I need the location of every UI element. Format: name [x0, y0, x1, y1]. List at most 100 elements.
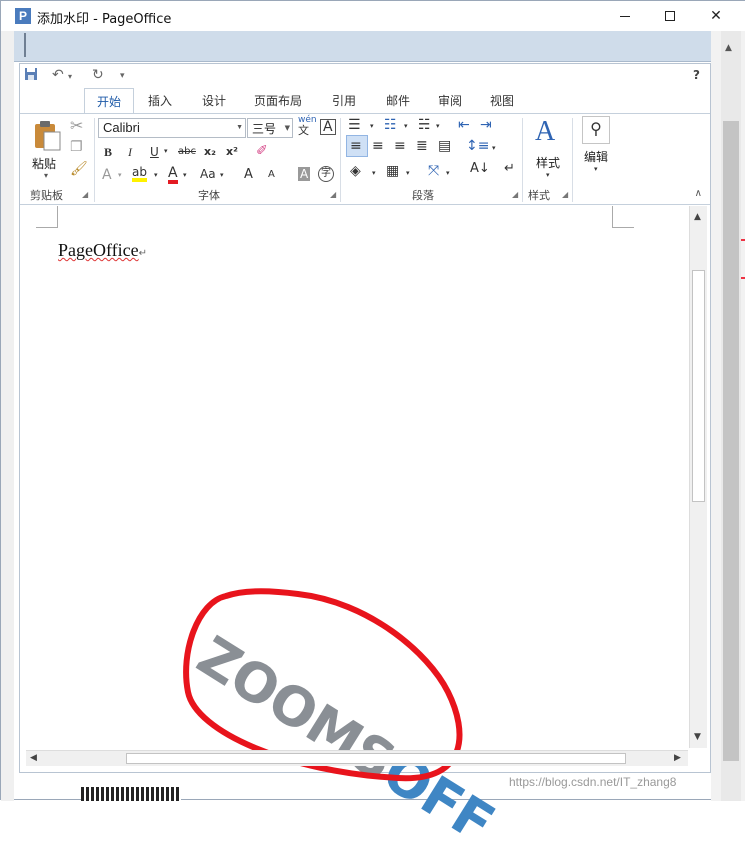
- chinese-layout-dropdown-icon[interactable]: ▾: [446, 170, 450, 177]
- chinese-layout-icon[interactable]: ⤧: [428, 164, 439, 178]
- change-case-dropdown-icon[interactable]: ▾: [220, 172, 224, 179]
- pageoffice-window: P 添加水印 - PageOffice ✕ ▲ ↶ ▾ ↻ ▾ ? 开始 插入 …: [0, 0, 745, 855]
- find-binoculars-icon[interactable]: ⚲: [582, 116, 610, 144]
- styles-icon[interactable]: A: [535, 118, 555, 146]
- clipboard-dialog-launcher-icon[interactable]: ◢: [82, 190, 88, 199]
- outer-vertical-scrollbar[interactable]: ▲: [721, 31, 741, 801]
- highlight-color-icon[interactable]: ab: [132, 166, 147, 182]
- maximize-button[interactable]: [647, 1, 693, 31]
- vertical-scroll-thumb[interactable]: [692, 270, 705, 502]
- align-right-icon[interactable]: ≡: [394, 139, 406, 153]
- scroll-left-arrow-icon[interactable]: ◀: [30, 753, 37, 763]
- phonetic-guide-icon[interactable]: wén 文: [298, 116, 317, 137]
- font-color-icon[interactable]: A: [168, 166, 178, 184]
- scroll-down-arrow-icon[interactable]: ▼: [694, 732, 701, 742]
- undo-icon[interactable]: ↶: [52, 67, 64, 83]
- editing-button-label[interactable]: 编辑: [584, 148, 608, 165]
- undo-dropdown-icon[interactable]: ▾: [68, 72, 72, 81]
- tab-references[interactable]: 引用: [320, 88, 368, 114]
- tab-design[interactable]: 设计: [190, 88, 238, 114]
- change-case-icon[interactable]: Aa: [200, 168, 216, 180]
- close-button[interactable]: ✕: [693, 1, 739, 31]
- redo-icon[interactable]: ↻: [92, 67, 104, 83]
- minimize-button[interactable]: [602, 1, 648, 31]
- justify-icon[interactable]: ≣: [416, 139, 428, 153]
- font-dialog-launcher-icon[interactable]: ◢: [330, 190, 336, 199]
- document-page[interactable]: PageOffice↵ ZOOMSOFF: [20, 206, 710, 855]
- sort-icon[interactable]: A↓: [470, 162, 490, 175]
- window-title: 添加水印 - PageOffice: [37, 12, 172, 27]
- tab-insert[interactable]: 插入: [136, 88, 184, 114]
- line-spacing-icon[interactable]: ↕≡: [466, 139, 489, 153]
- align-center-icon[interactable]: ≡: [372, 139, 384, 153]
- scroll-up-arrow-icon[interactable]: ▲: [694, 212, 701, 222]
- font-size-combo[interactable]: 三号 ▼: [247, 118, 293, 138]
- subscript-button[interactable]: x₂: [204, 146, 216, 157]
- paste-dropdown-icon[interactable]: ▾: [44, 172, 48, 180]
- character-shading-icon[interactable]: A: [298, 167, 311, 181]
- bullets-icon[interactable]: ☰: [348, 118, 361, 132]
- font-color-dropdown-icon[interactable]: ▾: [183, 172, 187, 179]
- font-name-combo[interactable]: Calibri ▼: [98, 118, 246, 138]
- styles-dropdown-icon[interactable]: ▾: [546, 172, 550, 179]
- borders-dropdown-icon[interactable]: ▾: [406, 170, 410, 177]
- line-spacing-dropdown-icon[interactable]: ▾: [492, 145, 496, 152]
- underline-dropdown-icon[interactable]: ▾: [164, 148, 168, 155]
- align-left-icon[interactable]: ≡: [350, 139, 362, 153]
- document-horizontal-scrollbar[interactable]: ◀ ▶: [26, 750, 688, 766]
- borders-icon[interactable]: ▦: [386, 164, 399, 178]
- strikethrough-button[interactable]: abc: [178, 147, 196, 157]
- show-formatting-marks-icon[interactable]: ↵: [504, 162, 515, 175]
- paragraph-dialog-launcher-icon[interactable]: ◢: [512, 190, 518, 199]
- collapse-ribbon-icon[interactable]: ∧: [695, 188, 702, 199]
- page-corner-mark: [36, 206, 58, 228]
- help-button[interactable]: ?: [693, 68, 700, 82]
- bold-button[interactable]: B: [104, 146, 112, 158]
- outer-scroll-thumb[interactable]: [723, 121, 739, 761]
- styles-button-label[interactable]: 样式: [536, 154, 560, 171]
- cut-icon[interactable]: ✂: [70, 118, 83, 134]
- clear-formatting-icon[interactable]: ✐: [256, 144, 268, 158]
- editing-dropdown-icon[interactable]: ▾: [594, 166, 598, 173]
- multilevel-dropdown-icon[interactable]: ▾: [436, 123, 440, 130]
- increase-indent-icon[interactable]: ⇥: [480, 118, 492, 132]
- tab-page-layout[interactable]: 页面布局: [242, 88, 314, 114]
- styles-dialog-launcher-icon[interactable]: ◢: [562, 190, 568, 199]
- numbering-dropdown-icon[interactable]: ▾: [404, 123, 408, 130]
- decrease-indent-icon[interactable]: ⇤: [458, 118, 470, 132]
- tab-review[interactable]: 审阅: [426, 88, 474, 114]
- document-vertical-scrollbar[interactable]: ▲ ▼: [689, 206, 707, 748]
- tab-home[interactable]: 开始: [84, 88, 135, 115]
- bullets-dropdown-icon[interactable]: ▾: [370, 123, 374, 130]
- title-bar: P 添加水印 - PageOffice ✕: [1, 1, 745, 31]
- character-border-icon[interactable]: A: [320, 119, 336, 135]
- grow-font-icon[interactable]: A: [244, 168, 253, 181]
- tab-view[interactable]: 视图: [478, 88, 526, 114]
- scroll-right-arrow-icon[interactable]: ▶: [674, 753, 681, 763]
- distributed-icon[interactable]: ▤: [438, 139, 451, 153]
- tab-mailings[interactable]: 邮件: [374, 88, 422, 114]
- text-effects-icon[interactable]: A: [102, 168, 112, 182]
- multilevel-list-icon[interactable]: ☵: [418, 118, 431, 132]
- scroll-up-arrow-icon[interactable]: ▲: [725, 43, 732, 53]
- copy-icon[interactable]: ❐: [70, 140, 83, 154]
- document-text[interactable]: PageOffice: [58, 240, 139, 260]
- italic-button[interactable]: I: [128, 146, 132, 158]
- shrink-font-icon[interactable]: A: [268, 170, 275, 180]
- text-effects-dropdown-icon[interactable]: ▾: [118, 172, 122, 179]
- format-painter-icon[interactable]: 🖌: [70, 162, 88, 176]
- horizontal-scroll-thumb[interactable]: [126, 753, 626, 764]
- highlight-dropdown-icon[interactable]: ▾: [154, 172, 158, 179]
- save-icon[interactable]: [24, 67, 38, 85]
- document-body-text[interactable]: PageOffice↵: [58, 240, 147, 261]
- shading-icon[interactable]: ◈: [350, 164, 361, 178]
- superscript-button[interactable]: x²: [226, 146, 238, 157]
- paste-icon[interactable]: [32, 120, 62, 156]
- numbering-icon[interactable]: ☷: [384, 118, 397, 132]
- group-separator: [94, 118, 95, 202]
- underline-button[interactable]: U: [150, 146, 159, 158]
- paste-button-label[interactable]: 粘贴: [32, 155, 56, 172]
- customize-qat-icon[interactable]: ▾: [120, 71, 125, 81]
- enclose-characters-icon[interactable]: 字: [318, 166, 334, 182]
- shading-dropdown-icon[interactable]: ▾: [372, 170, 376, 177]
